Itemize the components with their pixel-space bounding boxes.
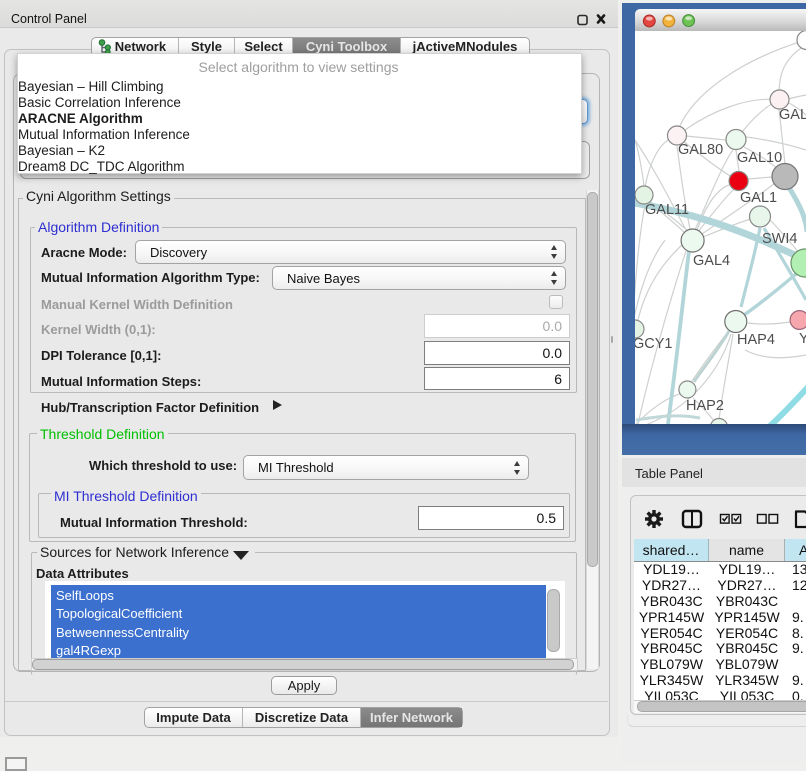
svg-text:GAL2: GAL2 xyxy=(779,107,806,123)
svg-text:HAP4: HAP4 xyxy=(737,332,775,348)
svg-text:GAL4: GAL4 xyxy=(693,253,730,269)
svg-text:GAL1: GAL1 xyxy=(740,190,777,206)
svg-text:GAL10: GAL10 xyxy=(737,150,782,166)
svg-text:GCY1: GCY1 xyxy=(635,336,673,352)
svg-text:GAL11: GAL11 xyxy=(645,202,689,218)
svg-text:GAL80: GAL80 xyxy=(678,142,723,158)
svg-text:SWI4: SWI4 xyxy=(762,231,797,247)
svg-text:Y: Y xyxy=(799,331,806,347)
svg-text:HAP2: HAP2 xyxy=(686,398,724,414)
